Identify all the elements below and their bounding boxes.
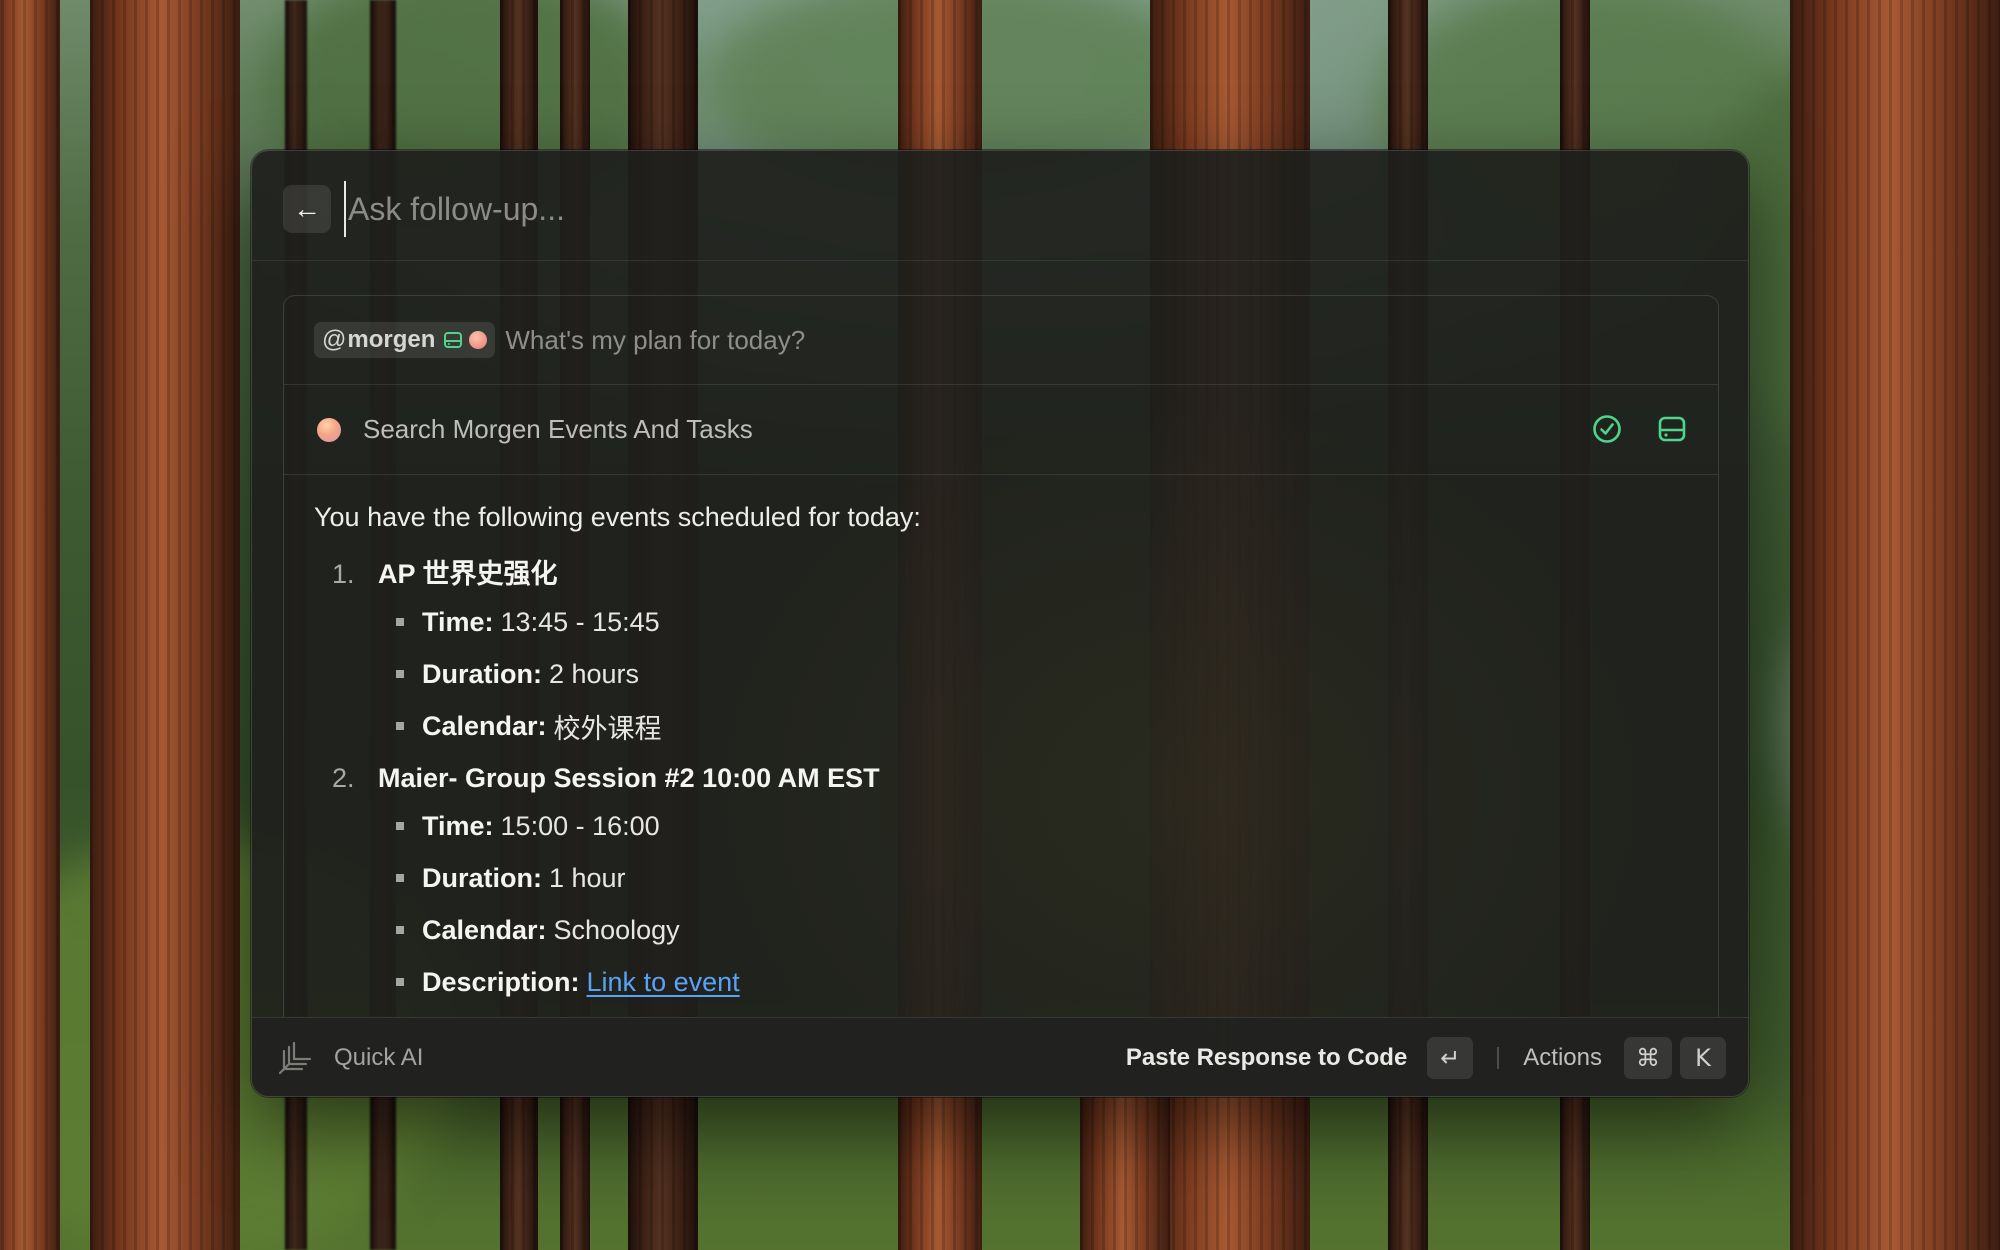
bullet	[396, 874, 404, 882]
event-item: 2. Maier- Group Session #2 10:00 AM EST …	[314, 756, 1688, 1008]
detail-label: Time:	[422, 810, 494, 841]
drive-icon[interactable]	[1656, 413, 1688, 445]
followup-input[interactable]	[344, 181, 1704, 237]
arrow-left-icon: ←	[293, 193, 321, 224]
detail-value: 2 hours	[548, 658, 640, 689]
bullet	[396, 618, 404, 626]
check-circle-icon	[1593, 415, 1621, 443]
divider	[1497, 1047, 1500, 1069]
bullet	[396, 670, 404, 678]
detail-value: 15:00 - 16:00	[500, 810, 660, 841]
ai-response: You have the following events scheduled …	[284, 475, 1718, 1096]
detail-value: 1 hour	[548, 862, 626, 893]
paste-response-button[interactable]: Paste Response to Code	[1126, 1044, 1407, 1072]
bullet	[396, 978, 404, 986]
action-bar: Quick AI Paste Response to Code ↵ Action…	[252, 1017, 1748, 1096]
extension-mention-chip[interactable]: @ morgen	[314, 322, 496, 358]
detail-label: Duration:	[422, 862, 542, 893]
event-title: Maier- Group Session #2 10:00 AM EST	[378, 763, 880, 793]
footer-actions: Paste Response to Code ↵ Actions ⌘ K	[1126, 1036, 1726, 1080]
event-detail-time: Time: 15:00 - 16:00	[314, 800, 1688, 852]
detail-label: Calendar:	[422, 914, 547, 945]
conversation-card: @ morgen What's my plan for today? Searc…	[283, 295, 1719, 1096]
morgen-logo-icon	[317, 418, 341, 442]
k-key: K	[1680, 1037, 1726, 1079]
bullet	[396, 722, 404, 730]
event-detail-description: Description: Link to event	[314, 956, 1688, 1008]
detail-label: Time:	[422, 606, 494, 637]
event-detail-time: Time: 13:45 - 15:45	[314, 596, 1688, 648]
detail-label: Duration:	[422, 658, 542, 689]
event-detail-duration: Duration: 1 hour	[314, 852, 1688, 904]
event-number: 1.	[332, 559, 355, 589]
query-text: What's my plan for today?	[505, 324, 806, 355]
event-number: 2.	[332, 763, 355, 793]
tool-call-row: Search Morgen Events And Tasks	[284, 385, 1718, 475]
footer-title: Quick AI	[334, 1044, 424, 1071]
detail-value: Schoology	[553, 914, 680, 945]
mention-name: morgen	[347, 326, 436, 353]
user-query: @ morgen What's my plan for today?	[284, 296, 1718, 385]
event-title: AP 世界史强化	[378, 559, 558, 589]
detail-value: 校外课程	[553, 713, 662, 744]
event-link[interactable]: Link to event	[587, 967, 740, 998]
back-button[interactable]: ←	[283, 185, 331, 233]
actions-button[interactable]: Actions	[1523, 1044, 1602, 1072]
window-header: ←	[252, 151, 1748, 261]
event-detail-calendar: Calendar: 校外课程	[314, 700, 1688, 752]
response-intro: You have the following events scheduled …	[314, 502, 921, 532]
return-key-icon: ↵	[1427, 1037, 1474, 1079]
detail-value: 13:45 - 15:45	[500, 606, 660, 637]
command-key-icon: ⌘	[1624, 1037, 1672, 1079]
event-detail-calendar: Calendar: Schoology	[314, 904, 1688, 956]
quick-ai-window: ← @ morgen What's my plan for today? Sea…	[251, 150, 1749, 1097]
tool-call-label: Search Morgen Events And Tasks	[363, 414, 753, 444]
morgen-logo-icon	[469, 331, 488, 349]
mention-at: @	[322, 326, 347, 353]
detail-label: Description:	[422, 966, 580, 997]
bullet	[396, 926, 404, 934]
event-detail-duration: Duration: 2 hours	[314, 648, 1688, 700]
event-item: 1. AP 世界史强化 Time: 13:45 - 15:45 Duration…	[314, 552, 1688, 752]
detail-label: Calendar:	[422, 710, 547, 741]
drive-icon	[444, 332, 463, 348]
bullet	[396, 822, 404, 830]
quick-ai-icon	[278, 1041, 312, 1075]
